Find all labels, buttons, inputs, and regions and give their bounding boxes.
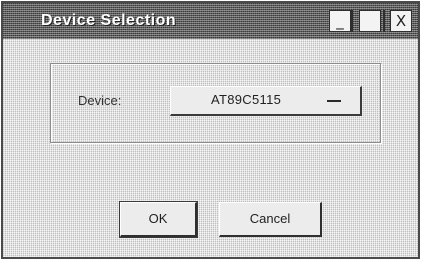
title-bar[interactable]: Device Selection _ X xyxy=(3,3,418,39)
dropdown-icon xyxy=(327,100,341,102)
close-button[interactable]: X xyxy=(390,10,412,32)
device-value: AT89C5115 xyxy=(211,92,282,107)
close-icon: X xyxy=(395,12,407,30)
ok-button[interactable]: OK xyxy=(120,202,197,237)
minimize-button[interactable]: _ xyxy=(329,10,351,32)
device-selection-dialog: Device Selection _ X Device: AT89C5115 O… xyxy=(1,1,420,259)
titlebar-separator xyxy=(351,10,353,32)
window-title: Device Selection xyxy=(41,12,177,29)
titlebar-separator xyxy=(383,10,385,32)
device-groupbox: Device: AT89C5115 xyxy=(50,63,381,143)
device-select[interactable]: AT89C5115 xyxy=(170,86,362,116)
minimize-icon: _ xyxy=(336,12,344,30)
device-label: Device: xyxy=(78,93,122,108)
cancel-button[interactable]: Cancel xyxy=(219,202,322,237)
maximize-button[interactable] xyxy=(359,10,381,32)
